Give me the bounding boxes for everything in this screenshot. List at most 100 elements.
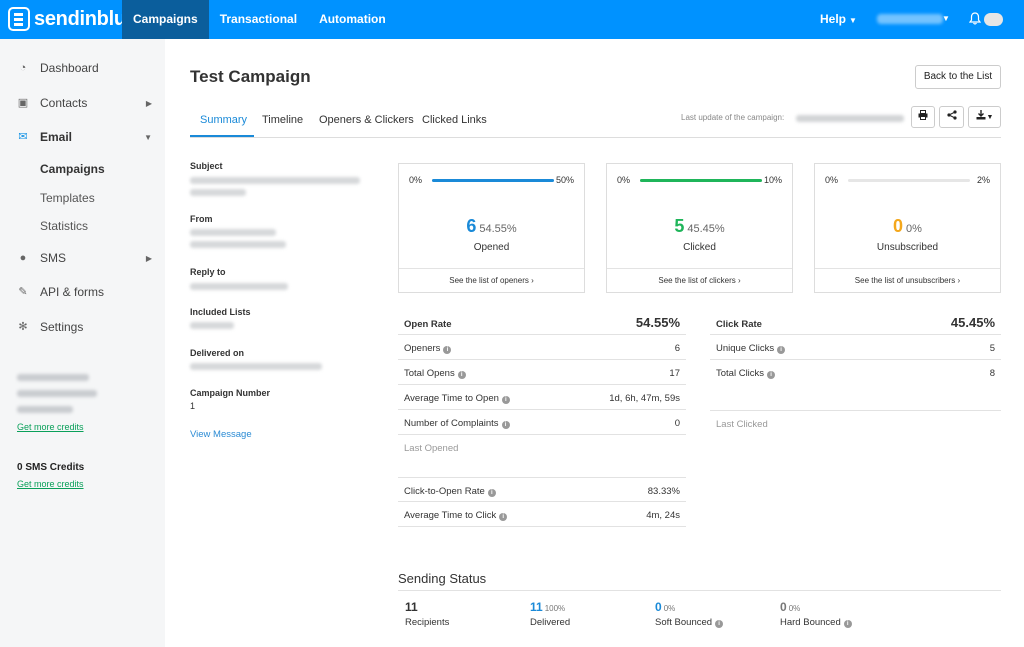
table-row: Number of Complaints i 0 bbox=[398, 410, 686, 435]
campaign-number-label: Campaign Number bbox=[190, 388, 271, 398]
see-openers-link[interactable]: See the list of openers › bbox=[399, 268, 584, 292]
info-icon[interactable]: i bbox=[501, 396, 510, 404]
nav-transactional[interactable]: Transactional bbox=[209, 0, 308, 39]
dashboard-icon: ◔ bbox=[19, 62, 27, 74]
chevron-down-icon: ▼ bbox=[144, 132, 152, 142]
info-icon[interactable]: i bbox=[843, 620, 852, 628]
sidebar-item-label: Email bbox=[40, 130, 73, 144]
last-update-value-redacted bbox=[796, 115, 904, 122]
unsubscribed-stat: 0 0% bbox=[815, 216, 1000, 237]
total-clicks-label: Total Clicks bbox=[716, 368, 765, 379]
account-menu[interactable] bbox=[877, 14, 943, 24]
click-to-open-rate-value: 83.33% bbox=[647, 486, 680, 497]
hard-bounced-caption: Hard Bounced bbox=[780, 617, 841, 628]
hard-bounced-count: 0 bbox=[780, 600, 787, 614]
info-icon[interactable]: i bbox=[767, 371, 776, 379]
total-clicks-value: 8 bbox=[989, 368, 995, 379]
tab-summary[interactable]: Summary bbox=[200, 114, 247, 126]
see-unsubscribers-link[interactable]: See the list of unsubscribers › bbox=[815, 268, 1000, 292]
info-icon[interactable]: i bbox=[715, 620, 724, 628]
sidebar-item-contacts[interactable]: ▣ Contacts ▶ bbox=[17, 96, 152, 110]
recipients-stat: 11 Recipients bbox=[405, 600, 449, 628]
scale-max: 10% bbox=[763, 175, 782, 185]
wrench-icon: ✎ bbox=[18, 286, 28, 298]
delivered-on-value-redacted bbox=[190, 363, 322, 370]
scale-min: 0% bbox=[409, 175, 423, 185]
info-icon[interactable]: i bbox=[501, 421, 510, 429]
brand-logo[interactable]: sendinblue bbox=[8, 7, 137, 31]
sidebar-subitem-templates[interactable]: Templates bbox=[40, 191, 95, 205]
info-icon[interactable]: i bbox=[443, 346, 452, 354]
sidebar-item-label: API & forms bbox=[40, 285, 105, 299]
bell-icon[interactable] bbox=[969, 12, 981, 25]
delivered-on-label: Delivered on bbox=[190, 348, 245, 358]
download-button[interactable]: ▼ bbox=[968, 106, 1001, 128]
sidebar: ◔ Dashboard ▣ Contacts ▶ ✉ Email ▼ Campaign… bbox=[0, 39, 165, 647]
share-button[interactable] bbox=[939, 106, 964, 128]
address-book-icon: ▣ bbox=[17, 97, 29, 109]
page-title: Test Campaign bbox=[190, 67, 311, 86]
sidebar-item-sms[interactable]: ● SMS ▶ bbox=[17, 251, 152, 265]
subject-label: Subject bbox=[190, 161, 223, 171]
click-rate-row: Click Rate 45.45% bbox=[710, 310, 1001, 335]
chevron-right-icon: ▶ bbox=[145, 98, 152, 108]
sidebar-item-email[interactable]: ✉ Email ▼ bbox=[17, 130, 152, 144]
nav-campaigns[interactable]: Campaigns bbox=[122, 0, 209, 39]
clicked-caption: Clicked bbox=[683, 242, 716, 253]
help-menu[interactable]: Help ▼ bbox=[820, 0, 857, 40]
openers-label: Openers bbox=[404, 343, 441, 354]
see-clickers-link[interactable]: See the list of clickers › bbox=[607, 268, 792, 292]
open-rate-row: Open Rate 54.55% bbox=[398, 310, 686, 335]
opened-card: 0% 50% 6 54.55% Opened See the list of op… bbox=[398, 163, 585, 293]
unsubscribed-percent: 0% bbox=[906, 223, 922, 235]
sidebar-item-label: Dashboard bbox=[40, 61, 99, 75]
back-to-list-button[interactable]: Back to the List bbox=[915, 65, 1001, 89]
main-nav: Campaigns Transactional Automation bbox=[122, 0, 397, 39]
open-stats-table: Open Rate 54.55% Openers i 6 Total Opens i 17… bbox=[398, 310, 686, 530]
last-update-label: Last update of the campaign: bbox=[681, 113, 785, 122]
get-more-credits-link[interactable]: Get more credits bbox=[17, 422, 84, 432]
reply-to-label: Reply to bbox=[190, 267, 226, 277]
tab-timeline[interactable]: Timeline bbox=[262, 114, 303, 126]
tab-clicked-links[interactable]: Clicked Links bbox=[422, 114, 487, 126]
delivered-caption: Delivered bbox=[530, 617, 571, 628]
progress-track bbox=[848, 179, 970, 182]
progress-track bbox=[432, 179, 554, 182]
info-icon[interactable]: i bbox=[499, 513, 508, 521]
chevron-down-icon: ▼ bbox=[849, 16, 857, 25]
sidebar-subitem-statistics[interactable]: Statistics bbox=[40, 219, 88, 233]
included-lists-value-redacted bbox=[190, 322, 234, 329]
info-icon[interactable]: i bbox=[487, 489, 496, 497]
nav-automation[interactable]: Automation bbox=[308, 0, 397, 39]
unsubscribed-count: 0 bbox=[893, 216, 904, 236]
campaign-number-value: 1 bbox=[190, 401, 196, 411]
total-opens-label: Total Opens bbox=[404, 368, 455, 379]
sidebar-item-dashboard[interactable]: ◔ Dashboard bbox=[17, 61, 152, 75]
subject-value-redacted bbox=[190, 177, 360, 184]
recipients-caption: Recipients bbox=[405, 617, 450, 628]
account-plan-redacted bbox=[17, 374, 89, 381]
view-message-link[interactable]: View Message bbox=[190, 429, 252, 440]
open-rate-label: Open Rate bbox=[404, 319, 452, 330]
info-icon[interactable]: i bbox=[777, 346, 786, 354]
sidebar-subitem-campaigns[interactable]: Campaigns bbox=[40, 162, 105, 176]
progress-fill bbox=[640, 179, 762, 182]
table-row: Click-to-Open Rate i 83.33% bbox=[398, 477, 686, 502]
click-rate-label: Click Rate bbox=[716, 319, 762, 330]
top-bar: sendinblue Campaigns Transactional Autom… bbox=[0, 0, 1024, 39]
delivered-count: 11 bbox=[530, 600, 543, 614]
get-more-sms-credits-link[interactable]: Get more credits bbox=[17, 479, 84, 489]
open-rate-value: 54.55% bbox=[635, 315, 680, 330]
tab-openers-clickers[interactable]: Openers & Clickers bbox=[319, 114, 414, 126]
clicked-stat: 5 45.45% bbox=[607, 216, 792, 237]
scale-max: 50% bbox=[555, 175, 574, 185]
clicked-card: 0% 10% 5 45.45% Clicked See the list of c… bbox=[606, 163, 793, 293]
table-row: Average Time to Open i 1d, 6h, 47m, 59s bbox=[398, 385, 686, 410]
notification-count-badge[interactable] bbox=[984, 13, 1003, 26]
info-icon[interactable]: i bbox=[457, 371, 466, 379]
soft-bounced-count: 0 bbox=[655, 600, 662, 614]
table-row: Total Clicks i 8 bbox=[710, 360, 1001, 385]
sidebar-item-settings[interactable]: ✻ Settings bbox=[17, 320, 152, 334]
print-button[interactable] bbox=[911, 106, 935, 128]
sidebar-item-api-forms[interactable]: ✎ API & forms bbox=[17, 285, 152, 299]
